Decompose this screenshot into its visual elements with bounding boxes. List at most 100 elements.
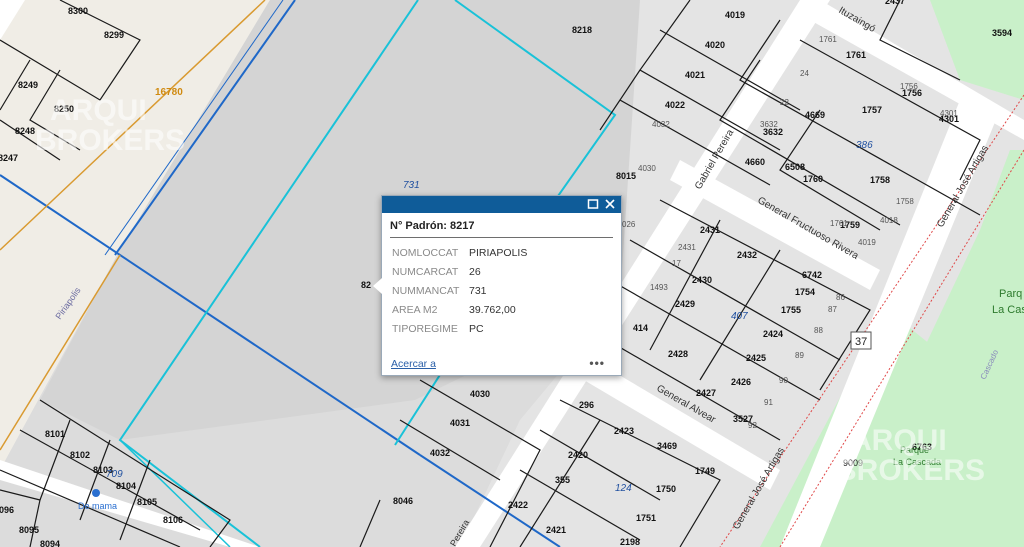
- small-number: 2431: [678, 243, 696, 252]
- attribute-key: AREA M2: [392, 303, 438, 316]
- parcel-label: 8046: [393, 496, 413, 506]
- parcel-label: 8299: [104, 30, 124, 40]
- attribute-key: TIPOREGIME: [392, 322, 458, 335]
- attribute-table: NOMLOCCAT PIRIAPOLIS NUMCARCAT 26 NUMMAN…: [392, 243, 527, 338]
- attribute-value: PIRIAPOLIS: [469, 246, 528, 259]
- zoom-to-link[interactable]: Acercar a: [391, 358, 436, 370]
- close-icon[interactable]: [603, 197, 617, 211]
- parcel-label: 2426: [731, 377, 751, 387]
- attribute-value: 26: [469, 265, 481, 278]
- parcel-label: 6508: [785, 162, 805, 172]
- attribute-value: PC: [469, 322, 484, 335]
- small-number: 1761: [819, 35, 837, 44]
- zone-number: 709: [106, 469, 123, 480]
- parcel-label: 8096: [0, 505, 14, 515]
- parcel-label: 2430: [692, 275, 712, 285]
- park-label: La Casca: [992, 304, 1024, 316]
- attribute-row: NOMLOCCAT PIRIAPOLIS: [392, 243, 527, 262]
- parcel-label: 1754: [795, 287, 815, 297]
- parcel-label: 8106: [163, 515, 183, 525]
- poi-label: De mama: [78, 501, 117, 511]
- parcel-label: 8300: [68, 6, 88, 16]
- parcel-label: 8218: [572, 25, 592, 35]
- small-number: 91: [764, 398, 773, 407]
- parcel-label: 4019: [725, 10, 745, 20]
- attribute-key: NUMCARCAT: [392, 265, 459, 278]
- small-number: 3632: [760, 120, 778, 129]
- parcel-label: 2421: [546, 525, 566, 535]
- watermark: ARQUI: [50, 94, 147, 127]
- parcel-label: 4020: [705, 40, 725, 50]
- watermark: BROKERS: [835, 454, 985, 487]
- parcel-label: 3469: [657, 441, 677, 451]
- parcel-label: 8094: [40, 539, 60, 547]
- parcel-label: 8101: [45, 429, 65, 439]
- attribute-row: AREA M2 39.762,00: [392, 300, 527, 319]
- parcel-label: 8104: [116, 481, 136, 491]
- parcel-label: 8249: [18, 80, 38, 90]
- parcel-label: 1749: [695, 466, 715, 476]
- park-label: Parq: [999, 288, 1022, 300]
- parcel-label: 2431: [700, 225, 720, 235]
- small-number: 22: [780, 98, 789, 107]
- attribute-row: NUMMANCAT 731: [392, 281, 527, 300]
- route-shield: 37: [850, 331, 872, 350]
- parcel-label: 1755: [781, 305, 801, 315]
- parcel-label: 296: [579, 400, 594, 410]
- parcel-label-partial: 82: [361, 280, 371, 290]
- attribute-value: 39.762,00: [469, 303, 516, 316]
- small-number: 87: [828, 305, 837, 314]
- small-number: 17: [672, 259, 681, 268]
- small-number: 4032: [652, 120, 670, 129]
- parcel-label: 8247: [0, 153, 18, 163]
- small-number: 88: [814, 326, 823, 335]
- zone-number: 386: [856, 140, 873, 151]
- small-number: 86: [836, 293, 845, 302]
- parcel-label: 2422: [508, 500, 528, 510]
- attribute-key: NUMMANCAT: [392, 284, 460, 297]
- popup-pointer: [373, 278, 382, 294]
- parcel-label: 8015: [616, 171, 636, 181]
- parcel-label: 2423: [614, 426, 634, 436]
- parcel-label: 1751: [636, 513, 656, 523]
- zone-number: 407: [731, 311, 748, 322]
- small-number: 24: [800, 69, 809, 78]
- small-number: 89: [795, 351, 804, 360]
- parcel-label: 4660: [745, 157, 765, 167]
- parcel-label: 4032: [430, 448, 450, 458]
- parcel-label: 1757: [862, 105, 882, 115]
- zone-number: 124: [615, 483, 632, 494]
- small-number: 4301: [940, 109, 958, 118]
- attribute-row: NUMCARCAT 26: [392, 262, 527, 281]
- parcel-label: 4021: [685, 70, 705, 80]
- small-number: 1758: [896, 197, 914, 206]
- parcel-label: 1761: [846, 50, 866, 60]
- parcel-label: 4022: [665, 100, 685, 110]
- popup-header: [382, 196, 621, 213]
- small-number: 1756: [900, 82, 918, 91]
- attribute-value: 731: [469, 284, 487, 297]
- parcel-label: 2437: [885, 0, 905, 6]
- parcel-label: 2428: [668, 349, 688, 359]
- small-number: 4019: [858, 238, 876, 247]
- small-number: 90: [779, 376, 788, 385]
- parcel-label: 8102: [70, 450, 90, 460]
- parcel-label: 6742: [802, 270, 822, 280]
- more-actions-button[interactable]: •••: [589, 356, 605, 370]
- zone-number-orange: 16780: [155, 87, 183, 98]
- small-number: 4030: [638, 164, 656, 173]
- maximize-icon[interactable]: [586, 197, 600, 211]
- small-number: 92: [748, 421, 757, 430]
- parcel-label: 1760: [803, 174, 823, 184]
- small-number: 4018: [880, 216, 898, 225]
- parcel-label: 2425: [746, 353, 766, 363]
- parcel-label: 2427: [696, 388, 716, 398]
- zone-number: 731: [403, 180, 420, 191]
- parcel-label: 4030: [470, 389, 490, 399]
- parcel-label: 3594: [992, 28, 1012, 38]
- parcel-label: 8095: [19, 525, 39, 535]
- parcel-label: 2429: [675, 299, 695, 309]
- parcel-label: 4031: [450, 418, 470, 428]
- parcel-label: 2198: [620, 537, 640, 547]
- watermark: BROKERS: [35, 124, 185, 157]
